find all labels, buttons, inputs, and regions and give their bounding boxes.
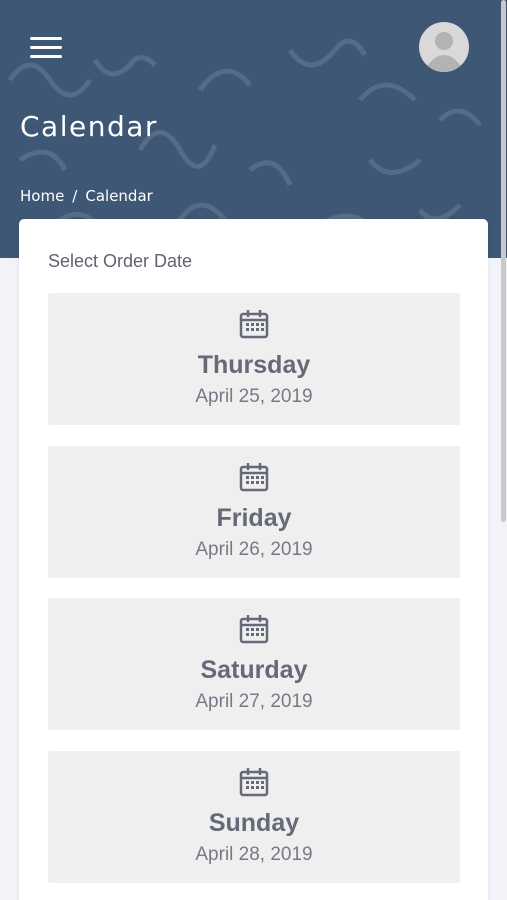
scrollbar-thumb[interactable]: [501, 0, 506, 522]
hamburger-menu-icon: [30, 37, 62, 40]
breadcrumb-current: Calendar: [85, 187, 153, 205]
date-option-day: Sunday: [208, 809, 300, 837]
user-avatar-icon: [427, 32, 461, 72]
date-option-date: April 26, 2019: [195, 539, 313, 560]
calendar-icon: [239, 615, 269, 644]
page-title: Calendar: [20, 110, 158, 143]
date-option-thursday[interactable]: Thursday April 25, 2019: [48, 293, 460, 425]
menu-button[interactable]: [28, 34, 64, 62]
calendar-icon: [239, 310, 269, 339]
calendar-icon: [239, 768, 269, 797]
date-option-date: April 25, 2019: [195, 386, 313, 407]
card-title: Select Order Date: [48, 251, 193, 271]
date-option-day: Thursday: [197, 351, 311, 379]
hamburger-menu-icon-line: [30, 55, 62, 58]
calendar-icon: [239, 463, 269, 492]
date-option-day: Saturday: [200, 656, 308, 684]
order-date-card: Select Order Date Thursday April 25, 201…: [19, 219, 488, 900]
date-option-date: April 27, 2019: [195, 691, 313, 712]
vertical-scrollbar[interactable]: [500, 0, 507, 900]
breadcrumb-home-link[interactable]: Home: [20, 187, 64, 205]
date-option-friday[interactable]: Friday April 26, 2019: [48, 446, 460, 578]
date-option-saturday[interactable]: Saturday April 27, 2019: [48, 598, 460, 730]
breadcrumb: Home / Calendar: [20, 187, 153, 205]
date-option-sunday[interactable]: Sunday April 28, 2019: [48, 751, 460, 883]
hamburger-menu-icon-line: [30, 46, 62, 49]
date-option-date: April 28, 2019: [195, 844, 313, 865]
date-option-day: Friday: [216, 504, 292, 532]
breadcrumb-separator: /: [72, 187, 78, 205]
user-avatar-button[interactable]: [419, 22, 469, 72]
